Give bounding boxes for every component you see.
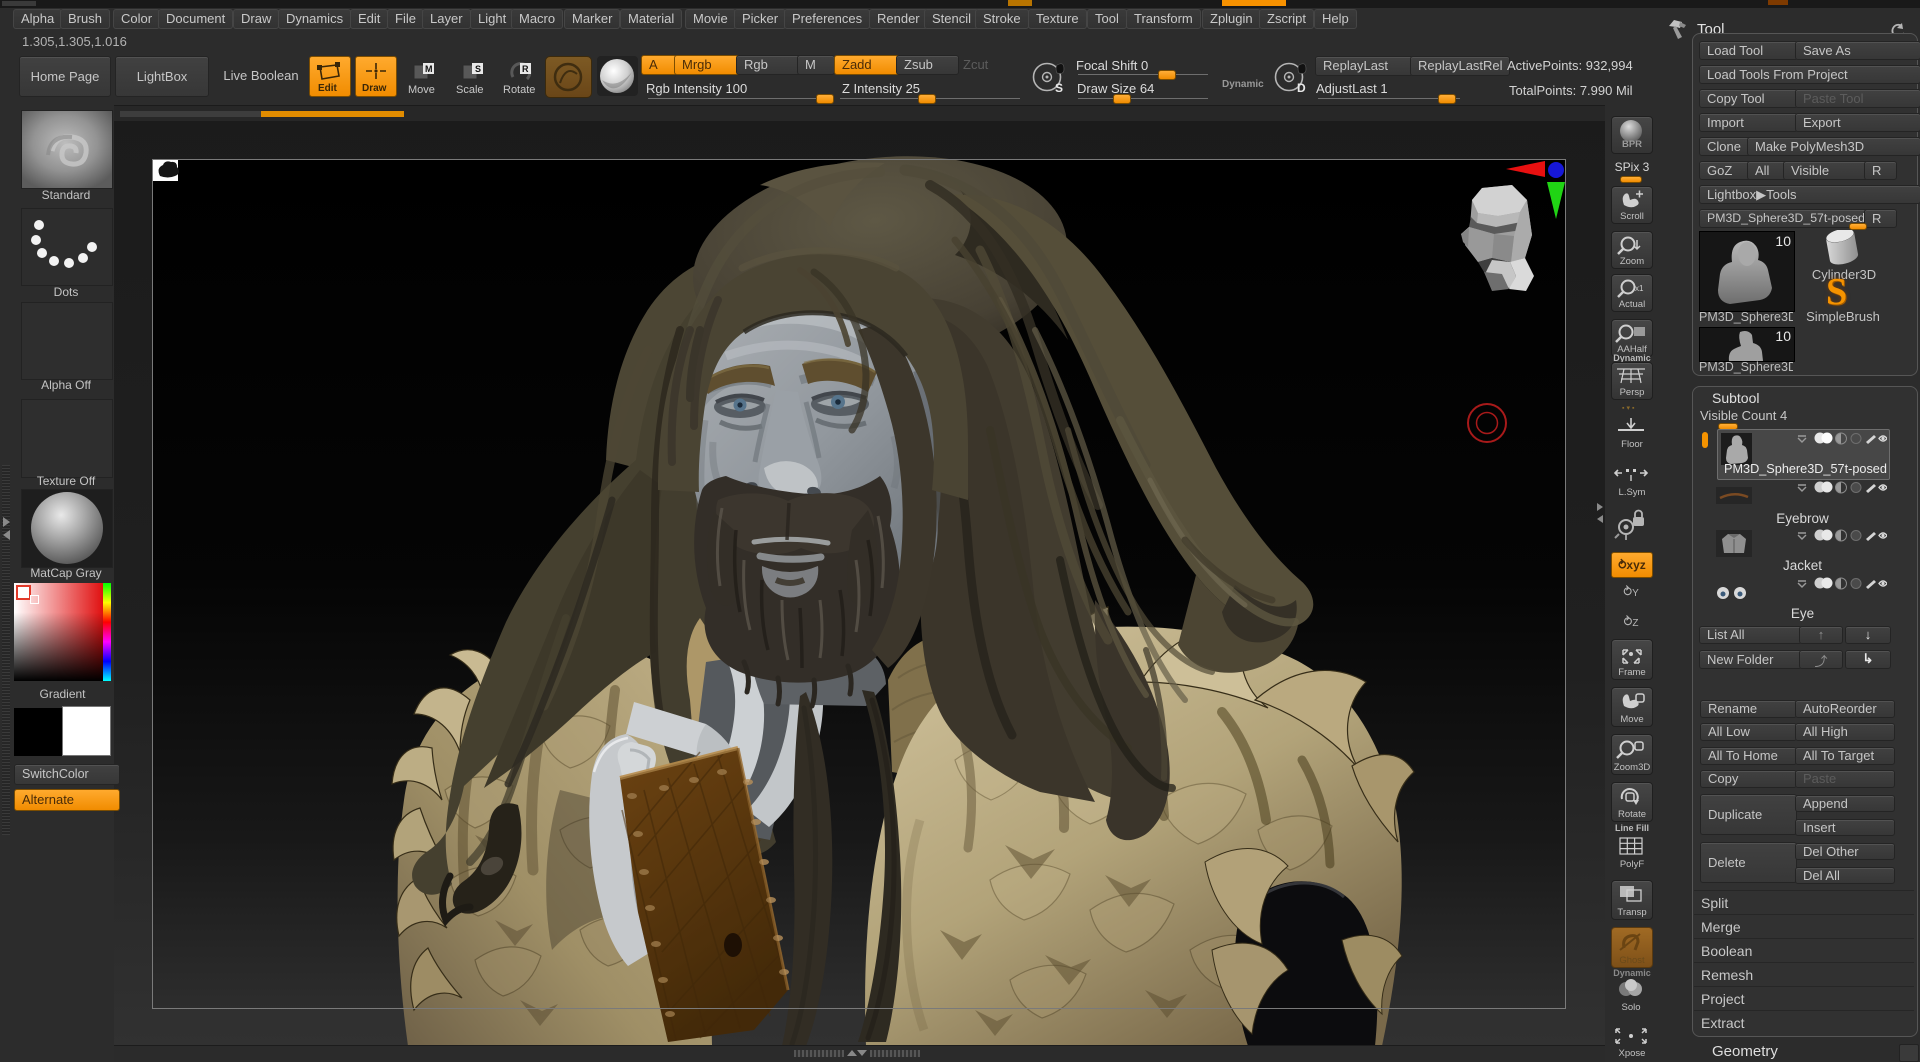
svg-text:S: S bbox=[475, 64, 481, 74]
svg-text:x1: x1 bbox=[1635, 284, 1644, 293]
svg-text:D: D bbox=[1297, 81, 1306, 95]
svg-text:S: S bbox=[1055, 81, 1063, 95]
svg-text:M: M bbox=[425, 64, 433, 74]
svg-text:Draw: Draw bbox=[362, 83, 387, 94]
svg-text:R: R bbox=[522, 64, 529, 74]
svg-text:Edit: Edit bbox=[318, 83, 338, 94]
